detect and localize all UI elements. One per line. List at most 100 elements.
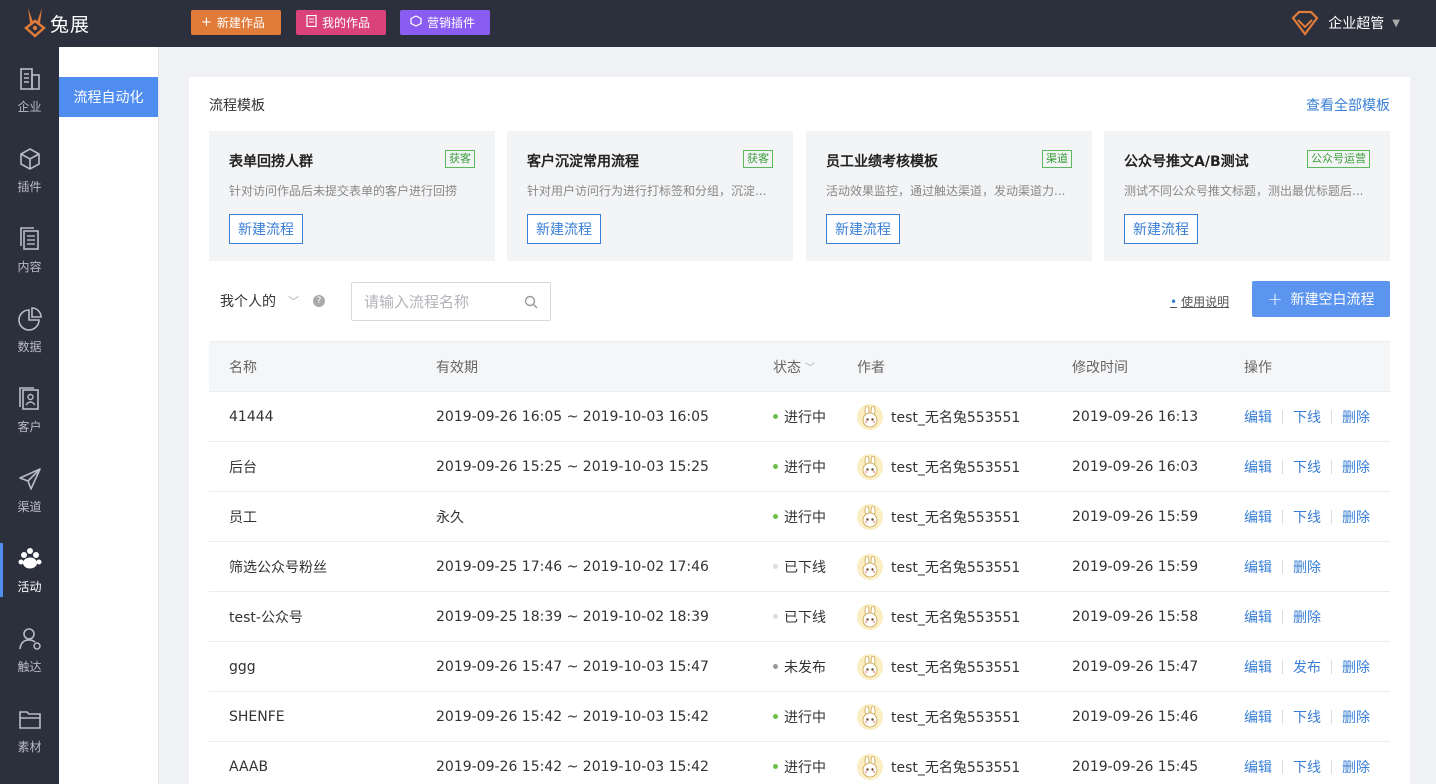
row-op-link[interactable]: 编辑 (1244, 607, 1272, 627)
header-valid: 有效期 (436, 359, 478, 376)
template-desc: 测试不同公众号推文标题，测出最优标题后... (1124, 184, 1364, 198)
row-op-link[interactable]: 下线 (1293, 507, 1321, 527)
row-op-link[interactable]: 删除 (1293, 607, 1321, 627)
search-icon[interactable] (524, 295, 538, 309)
table-row: SHENFE 2019-09-26 15:42 ~ 2019-10-03 15:4… (209, 692, 1390, 742)
rabbit-avatar-icon (862, 405, 878, 427)
template-name: 员工业绩考核模板 (826, 154, 938, 170)
marketing-plugin-button[interactable]: 营销插件 (400, 10, 490, 35)
row-op-link[interactable]: 发布 (1293, 657, 1321, 677)
template-new-flow-button[interactable]: 新建流程 (826, 214, 900, 244)
status-dot (773, 464, 778, 469)
search-input[interactable] (364, 292, 522, 311)
plus-icon: + (1267, 288, 1283, 310)
template-tag: 渠道 (1042, 150, 1072, 168)
row-modified: 2019-09-26 16:13 (1072, 408, 1199, 425)
table-row: test-公众号 2019-09-25 18:39 ~ 2019-10-02 18… (209, 592, 1390, 642)
template-card: 客户沉淀常用流程 获客 针对用户访问行为进行打标签和分组，沉淀... 新建流程 (507, 131, 793, 261)
row-author: test_无名兔553551 (857, 492, 1020, 541)
user-menu[interactable]: 企业超管 ▼ (1290, 9, 1400, 37)
template-desc: 针对访问作品后未提交表单的客户进行回捞 (229, 184, 458, 198)
header-author: 作者 (857, 359, 885, 376)
row-op-link[interactable]: 编辑 (1244, 757, 1272, 777)
header-name: 名称 (229, 359, 257, 376)
plus-icon: + (201, 15, 212, 30)
row-op-link[interactable]: 删除 (1293, 557, 1321, 577)
template-new-flow-button[interactable]: 新建流程 (229, 214, 303, 244)
row-status: 已下线 (773, 542, 826, 591)
row-status: 进行中 (773, 692, 826, 741)
row-op-link[interactable]: 下线 (1293, 457, 1321, 477)
op-divider (1331, 759, 1332, 774)
rabbit-avatar-icon (862, 605, 878, 627)
op-divider (1282, 759, 1283, 774)
row-valid: 2019-09-26 15:42 ~ 2019-10-03 15:42 (436, 708, 709, 725)
sidebar-item-enterprise[interactable]: 企业 (0, 51, 59, 129)
sidebar-item-reach[interactable]: 触达 (0, 611, 59, 689)
row-op-link[interactable]: 编辑 (1244, 507, 1272, 527)
header-status[interactable]: 状态 ﹀ (773, 342, 815, 391)
row-status: 进行中 (773, 492, 826, 541)
diamond-icon (1291, 10, 1319, 36)
new-work-button[interactable]: + 新建作品 (191, 10, 281, 35)
op-divider (1282, 559, 1283, 574)
row-op-link[interactable]: 编辑 (1244, 407, 1272, 427)
table-row: 员工 永久 进行中 test_无名兔553551 2019-09-26 15:59 编辑 下… (209, 492, 1390, 542)
subnav-flow-automation[interactable]: 流程自动化 (59, 77, 158, 117)
view-all-templates-link[interactable]: 查看全部模板 (1306, 95, 1390, 115)
status-dot (773, 764, 778, 769)
row-modified: 2019-09-26 16:03 (1072, 458, 1199, 475)
sidebar-item-content[interactable]: 内容 (0, 211, 59, 289)
template-name: 表单回捞人群 (229, 154, 313, 170)
row-op-link[interactable]: 删除 (1342, 407, 1370, 427)
template-card: 表单回捞人群 获客 针对访问作品后未提交表单的客户进行回捞 新建流程 (209, 131, 495, 261)
rabbit-avatar-icon (862, 655, 878, 677)
row-name: 筛选公众号粉丝 (229, 559, 327, 576)
row-op-link[interactable]: 删除 (1342, 457, 1370, 477)
brand-logo[interactable]: 兔展 (22, 4, 90, 42)
scope-dropdown[interactable]: 我个人的 ﹀ ? (220, 291, 325, 311)
row-op-link[interactable]: 删除 (1342, 657, 1370, 677)
row-ops: 编辑 下线 删除 (1244, 442, 1370, 491)
sidebar-item-channel[interactable]: 渠道 (0, 451, 59, 529)
row-ops: 编辑 删除 (1244, 542, 1321, 591)
pie-chart-icon (17, 306, 42, 331)
row-op-link[interactable]: 下线 (1293, 407, 1321, 427)
template-tag: 公众号运营 (1307, 150, 1370, 168)
row-op-link[interactable]: 编辑 (1244, 657, 1272, 677)
new-blank-flow-button[interactable]: + 新建空白流程 (1252, 281, 1390, 317)
template-card: 员工业绩考核模板 渠道 活动效果监控，通过触达渠道，发动渠道力... 新建流程 (806, 131, 1092, 261)
template-new-flow-button[interactable]: 新建流程 (527, 214, 601, 244)
brand-name: 兔展 (50, 13, 91, 36)
sidebar-item-customer[interactable]: 客户 (0, 371, 59, 449)
sidebar-item-plugin[interactable]: 插件 (0, 131, 59, 209)
row-valid: 2019-09-26 15:42 ~ 2019-10-03 15:42 (436, 758, 709, 775)
help-icon[interactable]: ? (313, 295, 325, 307)
status-dot (773, 564, 778, 569)
my-works-button[interactable]: 我的作品 (296, 10, 386, 35)
files-icon (19, 226, 39, 250)
op-divider (1282, 509, 1283, 524)
row-modified: 2019-09-26 15:58 (1072, 608, 1199, 625)
sidebar-item-material[interactable]: 素材 (0, 691, 59, 769)
usage-guide-link[interactable]: 使用说明 (1170, 293, 1229, 310)
sidebar-item-data[interactable]: 数据 (0, 291, 59, 369)
row-name: 41444 (229, 408, 274, 425)
template-new-flow-button[interactable]: 新建流程 (1124, 214, 1198, 244)
row-op-link[interactable]: 删除 (1342, 707, 1370, 727)
user-icon (18, 627, 41, 650)
row-author: test_无名兔553551 (857, 692, 1020, 741)
header-modified: 修改时间 (1072, 359, 1128, 376)
row-op-link[interactable]: 编辑 (1244, 457, 1272, 477)
row-op-link[interactable]: 编辑 (1244, 557, 1272, 577)
row-op-link[interactable]: 下线 (1293, 707, 1321, 727)
row-op-link[interactable]: 删除 (1342, 757, 1370, 777)
op-divider (1331, 459, 1332, 474)
row-op-link[interactable]: 下线 (1293, 757, 1321, 777)
op-divider (1282, 459, 1283, 474)
row-name: 员工 (229, 509, 257, 526)
op-divider (1282, 709, 1283, 724)
row-op-link[interactable]: 编辑 (1244, 707, 1272, 727)
sidebar-item-activity[interactable]: 活动 (0, 531, 59, 609)
row-op-link[interactable]: 删除 (1342, 507, 1370, 527)
